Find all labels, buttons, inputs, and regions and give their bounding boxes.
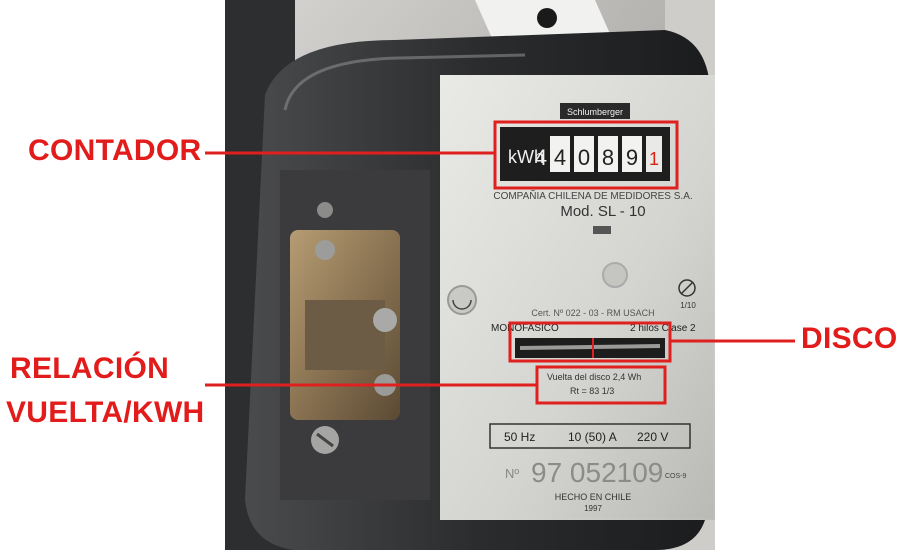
relacion-label-line2: VUELTA/KWH: [6, 396, 205, 429]
disco-label: DISCO: [801, 322, 898, 355]
contador-label: CONTADOR: [28, 134, 202, 167]
counter-highlight-box: [493, 120, 679, 190]
annotation-overlay: [205, 120, 795, 405]
ratio-highlight-box: [535, 365, 667, 405]
relacion-label-line1: RELACIÓN: [10, 352, 170, 385]
annotated-meter-figure: Schlumberger kWh 4 4 0 8 9 1 COMPAÑIA CH…: [0, 0, 907, 550]
disc-highlight-box: [508, 321, 672, 363]
